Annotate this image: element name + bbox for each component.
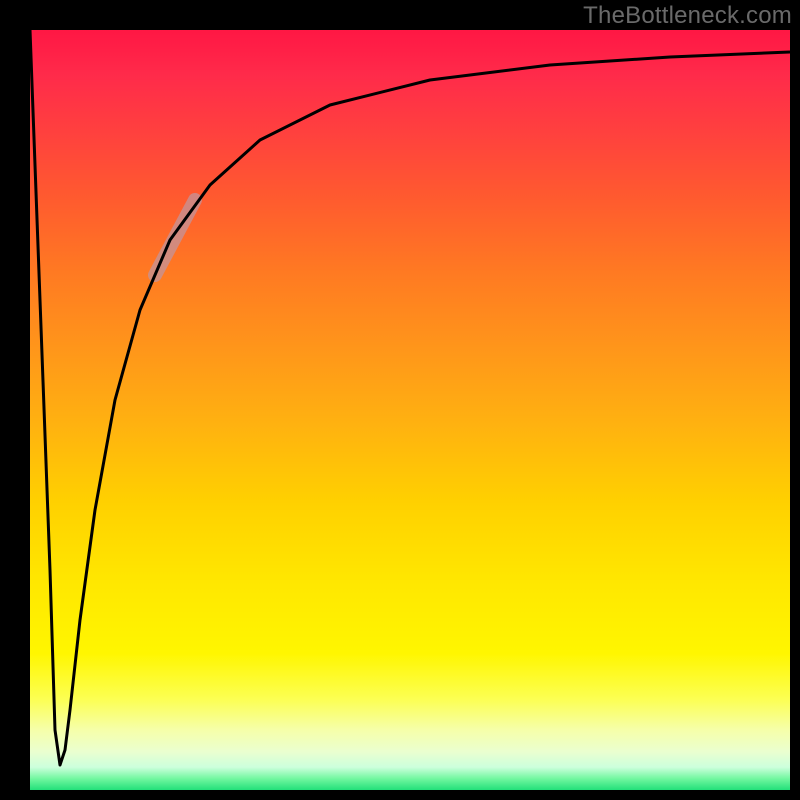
plot-area (30, 30, 790, 790)
watermark-text: TheBottleneck.com (583, 2, 792, 30)
curve-svg (30, 30, 790, 790)
bottleneck-curve (30, 30, 790, 765)
chart-frame: TheBottleneck.com (0, 0, 800, 800)
